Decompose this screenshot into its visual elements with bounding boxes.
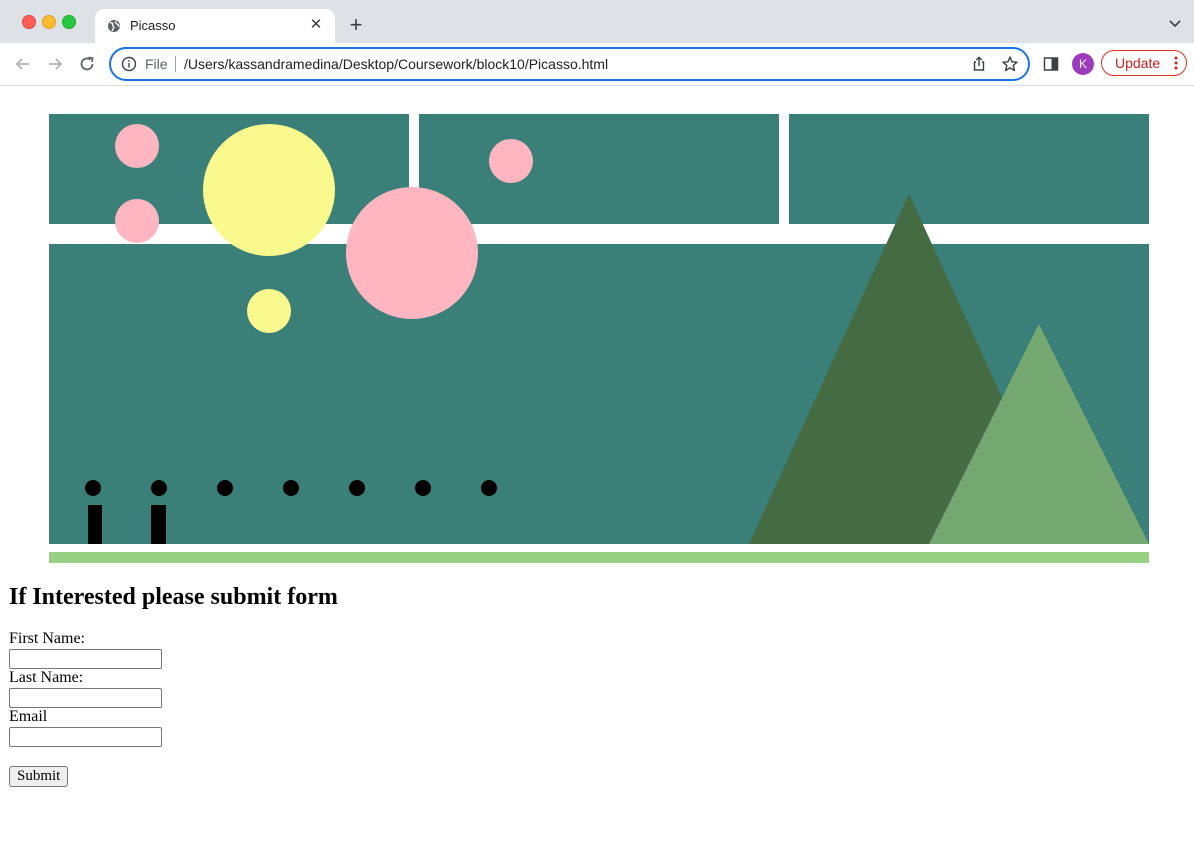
url-scheme-label: File [145,56,168,72]
email-field[interactable] [9,727,162,747]
form-heading: If Interested please submit form [9,584,338,610]
globe-icon [108,20,120,32]
close-icon[interactable]: ✕ [307,16,325,34]
close-window-button[interactable] [22,15,36,29]
submit-button[interactable]: Submit [9,766,69,787]
large-pink-circle [346,187,478,319]
minimize-window-button[interactable] [42,15,56,29]
update-label: Update [1115,55,1161,71]
large-yellow-circle [203,124,335,256]
avatar[interactable]: K [1072,53,1094,75]
figure-head [85,480,101,496]
address-separator [175,56,176,72]
figure-head [415,480,431,496]
address-bar[interactable]: File /Users/kassandramedina/Desktop/Cour… [109,47,1030,81]
star-icon[interactable] [1001,55,1019,73]
last-name-label: Last Name: [9,669,84,686]
back-arrow-icon[interactable] [13,54,33,74]
url-text[interactable]: /Users/kassandramedina/Desktop/Coursewor… [184,56,608,72]
reload-icon[interactable] [77,54,97,74]
small-pink-circle [489,139,533,183]
kebab-menu-icon[interactable] [1174,55,1178,71]
mountains [749,194,1149,544]
info-icon[interactable] [121,56,137,72]
tab-title: Picasso [130,18,176,33]
first-name-field[interactable] [9,649,162,669]
browser-tab[interactable]: Picasso ✕ [95,9,335,43]
figure-head [151,480,167,496]
figure-head [349,480,365,496]
maximize-window-button[interactable] [62,15,76,29]
figure-body [151,505,166,544]
update-button[interactable]: Update [1101,50,1187,76]
picasso-scene [0,86,1194,566]
browser-toolbar: File /Users/kassandramedina/Desktop/Cour… [0,43,1194,86]
ground-strip [49,552,1149,563]
figure-head [217,480,233,496]
first-name-label: First Name: [9,630,85,647]
figure-head [283,480,299,496]
small-yellow-circle [247,289,291,333]
figure-head [481,480,497,496]
share-icon[interactable] [970,55,988,73]
page-viewport: If Interested please submit form First N… [0,86,1194,853]
side-panel-icon[interactable] [1042,55,1060,73]
figure-body [88,505,102,544]
small-pink-circle [115,199,159,243]
last-name-field[interactable] [9,688,162,708]
email-label: Email [9,708,48,725]
small-pink-circle [115,124,159,168]
plus-icon[interactable]: + [345,14,367,36]
forward-arrow-icon[interactable] [45,54,65,74]
chevron-down-icon[interactable] [1168,16,1182,30]
browser-title-bar: Picasso ✕ + [0,0,1194,43]
